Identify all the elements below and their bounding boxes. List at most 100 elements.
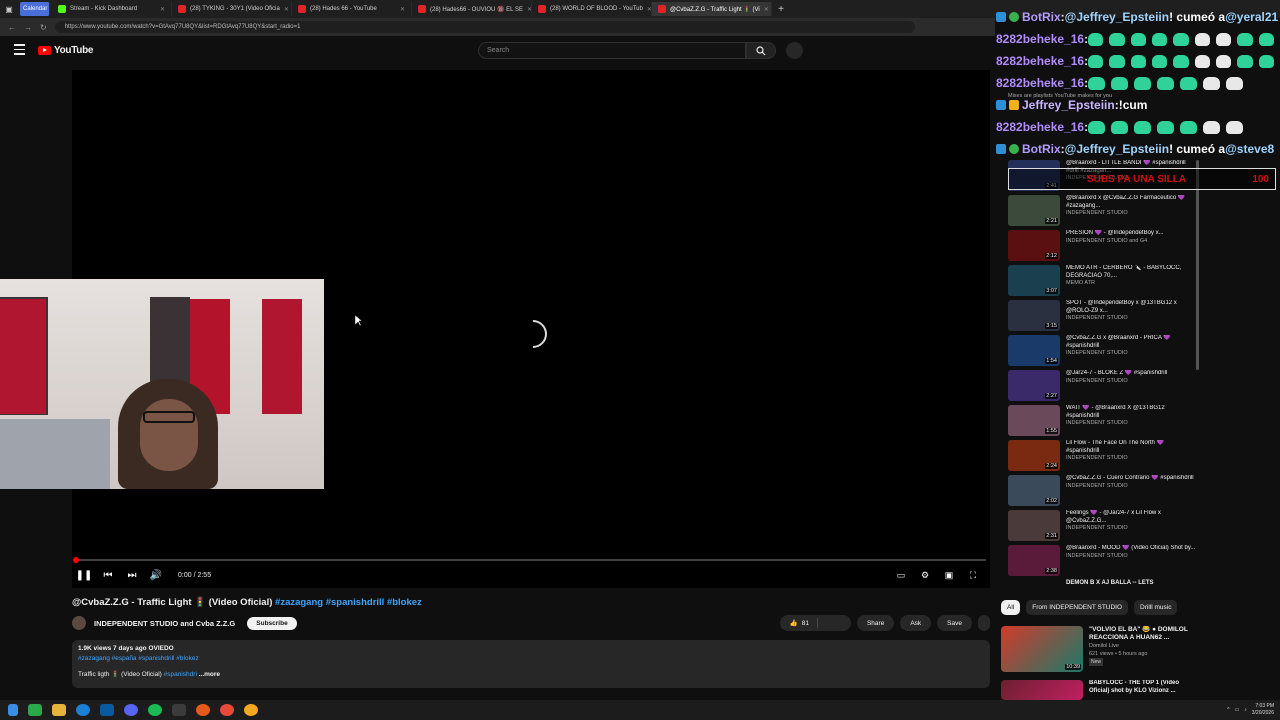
volume-tray-icon[interactable]: ♪ xyxy=(1244,707,1247,713)
progress-scrubber[interactable] xyxy=(73,557,79,563)
video-thumbnail[interactable]: 3:07 xyxy=(1008,265,1060,296)
playlist-item[interactable]: 2:31 Feelings 💜 - @Jar24-7 x Lil Flow x @… xyxy=(1008,510,1198,545)
edge-icon[interactable] xyxy=(76,704,90,716)
more-link[interactable]: ...more xyxy=(199,671,220,678)
playlist-item[interactable]: 2:27 @Jar24-7 - BLOKE Z 💜 #spanishdrill IN… xyxy=(1008,370,1198,405)
playlist-item[interactable]: 2:24 Lil Flow - The Face On The North 💜 #… xyxy=(1008,440,1198,475)
like-button[interactable]: 👍 81 xyxy=(779,615,851,631)
browser-tab[interactable]: (28) WORLD OF BLOOD - YouTub ✕ xyxy=(532,2,652,16)
playlist-item[interactable]: 3:07 MEMO ATR - CERBERO 🔪 - BABYLOCC, DEG… xyxy=(1008,265,1198,300)
video-thumbnail[interactable]: 3:15 xyxy=(1008,300,1060,331)
video-thumbnail[interactable]: 2:21 xyxy=(1008,195,1060,226)
chat-username[interactable]: 8282beheke_16 xyxy=(996,120,1084,134)
fullscreen-icon[interactable]: ⛶ xyxy=(964,570,982,581)
chat-username[interactable]: BotRix xyxy=(1022,142,1061,156)
playlist-item[interactable]: 2:12 PRESION 💜 - @IndependetBoy x... INDEP… xyxy=(1008,230,1198,265)
chat-username[interactable]: Jeffrey_Epsteiin xyxy=(1022,98,1115,112)
chat-mention[interactable]: @yeral21 xyxy=(1225,10,1278,24)
menu-icon[interactable] xyxy=(14,44,25,58)
video-thumbnail[interactable]: 2:38 xyxy=(1008,545,1060,576)
filter-chip[interactable]: Drilll music xyxy=(1134,600,1178,615)
video-thumbnail[interactable]: 2:02 xyxy=(1008,475,1060,506)
store-icon[interactable] xyxy=(100,704,114,716)
filter-chip[interactable]: All xyxy=(1001,600,1021,615)
playlist-item[interactable]: 1:54 @CvbaZ.Z.G x @Braanxrd - PRICA 💜 #sp… xyxy=(1008,335,1198,370)
more-actions-button[interactable] xyxy=(978,615,990,631)
app-icon-2[interactable] xyxy=(172,704,186,716)
recommended-video-2[interactable]: BABYLOCC - THE TOP 1 (Video Oficial) sho… xyxy=(1001,680,1191,700)
close-tab-icon[interactable]: ✕ xyxy=(400,6,405,13)
settings-gear-icon[interactable]: ⚙ xyxy=(916,570,934,581)
app-icon[interactable] xyxy=(28,704,42,716)
subscribe-button[interactable]: Subscribe xyxy=(247,616,297,630)
video-thumbnail-2[interactable] xyxy=(1001,680,1083,700)
browser-tab[interactable]: Calendar xyxy=(20,2,50,16)
title-hashtags[interactable]: #zazagang #spanishdrill #blokez xyxy=(275,597,422,608)
new-tab-button[interactable]: + xyxy=(772,4,790,15)
video-thumbnail[interactable]: 2:31 xyxy=(1008,510,1060,541)
save-button[interactable]: Save xyxy=(937,615,972,631)
next-button[interactable]: ⏭ xyxy=(120,570,144,581)
chat-username[interactable]: 8282beheke_16 xyxy=(996,32,1084,46)
previous-button[interactable]: ⏮ xyxy=(96,570,120,581)
video-thumbnail[interactable]: 1:55 xyxy=(1008,405,1060,436)
filter-chip[interactable]: From INDEPENDENT STUDIO xyxy=(1026,600,1129,615)
network-icon[interactable]: ▭ xyxy=(1235,707,1240,713)
back-icon[interactable]: ← xyxy=(8,23,16,32)
youtube-logo[interactable]: YouTube xyxy=(38,45,94,56)
playlist-item[interactable]: 2:02 @CvbaZ.Z.G - Cuero Contrario 💜 #span… xyxy=(1008,475,1198,510)
chat-username[interactable]: BotRix xyxy=(1022,10,1061,24)
channel-avatar[interactable] xyxy=(72,616,86,630)
video-thumbnail[interactable]: 1:54 xyxy=(1008,335,1060,366)
playlist-item[interactable]: 2:38 @Braanxrd - MOOD 💜 (Video Oficial) S… xyxy=(1008,545,1198,580)
channel-name[interactable]: INDEPENDENT STUDIO and Cvba Z.Z.G xyxy=(94,619,235,628)
spotify-icon[interactable] xyxy=(148,704,162,716)
firefox-icon[interactable] xyxy=(196,704,210,716)
forward-icon[interactable]: → xyxy=(24,23,32,32)
chrome-icon[interactable] xyxy=(220,704,234,716)
ask-button[interactable]: Ask xyxy=(900,615,932,631)
description-box[interactable]: 1.9K views 7 days ago OVIEDO #zazagang #… xyxy=(72,640,990,688)
url-field[interactable]: https://www.youtube.com/watch?v=GtAvq77U… xyxy=(54,21,915,33)
browser-tab[interactable]: @CvbaZ.Z.G - Traffic Light 🚦 (Vi ✕ xyxy=(652,2,772,16)
clock[interactable]: 7:03 PM 3/20/2026 xyxy=(1252,703,1274,717)
playlist-item[interactable]: 2:21 @Braanxrd x @CvbaZ.Z.G Farmaceutico … xyxy=(1008,195,1198,230)
playlist-item[interactable]: 3:15 SPOT - @IndependetBoy x @13TBG12 x @… xyxy=(1008,300,1198,335)
browser-tab[interactable]: (28) TYKING - 30Y1 (Video Oficia ✕ xyxy=(172,2,292,16)
browser-tab[interactable]: Stream - Kick Dashboard ✕ xyxy=(52,2,172,16)
video-thumbnail[interactable]: 2:24 xyxy=(1008,440,1060,471)
recommendation-cut-title[interactable]: DEMON B X AJ BALLA -- LETS xyxy=(1066,580,1154,586)
close-tab-icon[interactable]: ✕ xyxy=(284,6,289,13)
video-thumbnail[interactable]: 10:39 xyxy=(1001,626,1083,672)
chat-mention[interactable]: @steve8 xyxy=(1225,142,1274,156)
voice-search-button[interactable] xyxy=(786,42,803,59)
playlist-item[interactable]: 1:55 WAIT 💜 - @Braanxrd X @13TBG12 #spani… xyxy=(1008,405,1198,440)
miniplayer-icon[interactable]: ▣ xyxy=(940,570,958,581)
playlist-scrollbar[interactable] xyxy=(1196,160,1199,370)
search-button[interactable] xyxy=(746,42,776,59)
description-hashtags[interactable]: #zazagang #españa #spanishdrill #blokez xyxy=(78,655,984,662)
recommended-video[interactable]: 10:39 "VOLVIO EL BA" 😂 ● DOMILOL REACCIO… xyxy=(1001,626,1191,672)
progress-bar[interactable] xyxy=(73,557,986,563)
chat-username[interactable]: 8282beheke_16 xyxy=(996,76,1084,90)
volume-icon[interactable]: 🔊 xyxy=(144,570,168,581)
close-tab-icon[interactable]: ✕ xyxy=(160,6,165,13)
start-icon[interactable] xyxy=(8,704,18,716)
video-thumbnail[interactable]: 2:12 xyxy=(1008,230,1060,261)
close-tab-icon[interactable]: ✕ xyxy=(764,6,769,13)
reload-icon[interactable]: ↻ xyxy=(40,23,47,32)
dislike-button[interactable] xyxy=(816,618,841,628)
captions-icon[interactable]: ▭ xyxy=(892,570,910,581)
chat-mention[interactable]: @Jeffrey_Epsteiin xyxy=(1065,10,1169,24)
search-input[interactable]: Search xyxy=(478,42,746,59)
chat-mention[interactable]: @Jeffrey_Epsteiin xyxy=(1065,142,1169,156)
video-thumbnail[interactable]: 2:27 xyxy=(1008,370,1060,401)
app-icon-3[interactable] xyxy=(244,704,258,716)
browser-tab[interactable]: (28) Hades66 - OUVIOU 🔞 EL SE ✕ xyxy=(412,2,532,16)
chat-username[interactable]: 8282beheke_16 xyxy=(996,54,1084,68)
pause-button[interactable]: ❚❚ xyxy=(72,570,96,581)
tray-chevron-icon[interactable]: ^ xyxy=(1227,707,1229,713)
browser-tab[interactable]: (28) Hades 66 - YouTube ✕ xyxy=(292,2,412,16)
folder-icon[interactable] xyxy=(52,704,66,716)
share-button[interactable]: Share xyxy=(856,615,895,631)
